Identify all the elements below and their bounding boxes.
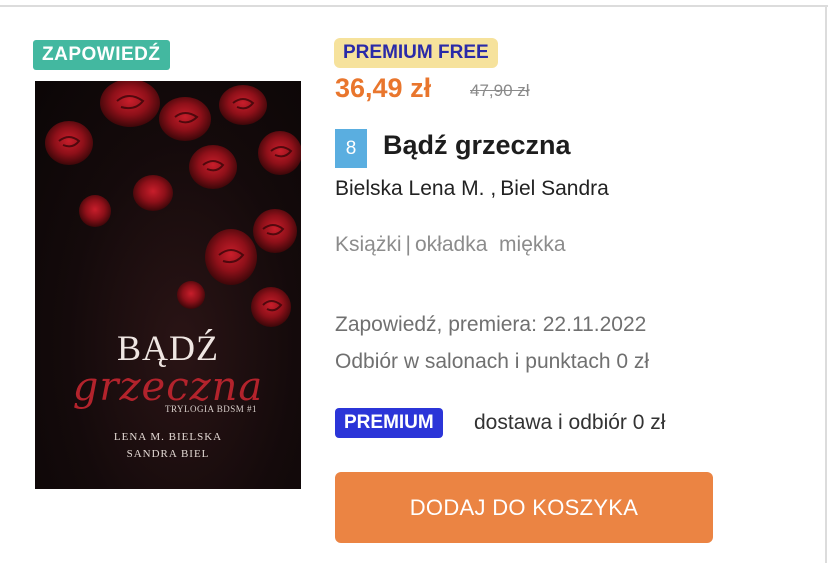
top-divider bbox=[0, 5, 828, 7]
authors: Bielska Lena M., Biel Sandra bbox=[335, 177, 609, 201]
premium-badge: PREMIUM bbox=[335, 408, 443, 438]
author-separator: , bbox=[490, 177, 497, 200]
category-label: Książki bbox=[335, 233, 402, 256]
preorder-tag: ZAPOWIEDŹ bbox=[33, 40, 170, 70]
rank-badge: 8 bbox=[335, 129, 367, 168]
premium-delivery-info: dostawa i odbiór 0 zł bbox=[474, 411, 666, 434]
pickup-info: Odbiór w salonach i punktach 0 zł bbox=[335, 350, 650, 373]
cover-author: LENA M. BIELSKA bbox=[113, 431, 223, 443]
old-price: 47,90 zł bbox=[470, 81, 530, 100]
premium-free-badge: PREMIUM FREE bbox=[334, 38, 498, 68]
format-separator: | bbox=[405, 233, 411, 256]
author-link[interactable]: Bielska Lena M. bbox=[335, 177, 484, 200]
release-info: Zapowiedź, premiera: 22.11.2022 bbox=[335, 313, 647, 336]
card-border bbox=[825, 5, 827, 563]
author-link[interactable]: Biel Sandra bbox=[500, 177, 609, 200]
cover-author: SANDRA BIEL bbox=[126, 448, 210, 460]
book-title-link[interactable]: Bądź grzeczna bbox=[383, 130, 571, 161]
cover-type-label: okładka miękka bbox=[415, 233, 566, 256]
rose-illustration bbox=[45, 81, 301, 327]
cover-title: BĄDŹ bbox=[117, 328, 219, 368]
format-info: Książki | okładka miękka bbox=[335, 233, 566, 257]
book-cover-image[interactable]: BĄDŹ grzeczna TRYLOGIA BDSM #1 LENA M. B… bbox=[35, 81, 301, 489]
add-to-cart-button[interactable]: DODAJ DO KOSZYKA bbox=[335, 472, 713, 543]
current-price: 36,49 zł bbox=[335, 73, 432, 103]
cover-series: TRYLOGIA BDSM #1 bbox=[165, 404, 258, 414]
